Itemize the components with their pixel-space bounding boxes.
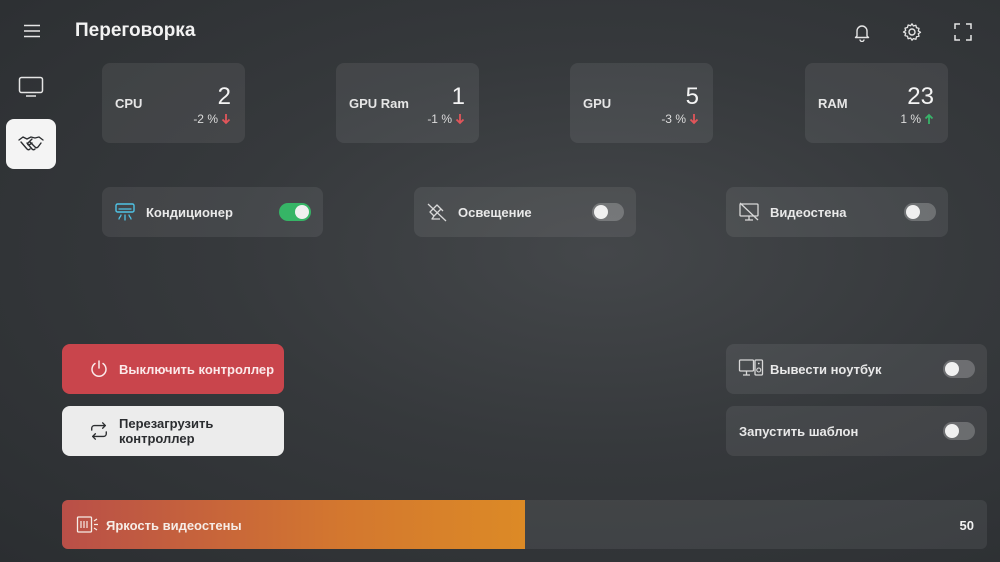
nav-item-tv[interactable] (6, 62, 56, 112)
arrow-up-icon (924, 113, 934, 124)
metric-delta: -2 % (193, 112, 231, 126)
metric-delta-text: 1 % (900, 112, 921, 126)
metric-value: 2 (217, 83, 231, 110)
toggle-label: Освещение (458, 205, 532, 220)
lighting-switch[interactable] (592, 203, 624, 221)
bell-icon (854, 25, 870, 42)
slider-value: 50 (959, 518, 974, 533)
tv-icon (18, 76, 44, 97)
brightness-icon (76, 515, 100, 540)
reload-icon (89, 421, 109, 441)
menu-button[interactable] (19, 20, 45, 42)
metric-delta: 1 % (900, 112, 934, 126)
metric-label: GPU (583, 96, 612, 111)
nav-item-meeting[interactable] (6, 119, 56, 169)
toggle-card-ac: Кондиционер (102, 187, 323, 237)
metric-label: RAM (818, 96, 848, 111)
toggle-label: Видеостена (770, 205, 847, 220)
menu-icon (24, 24, 40, 38)
metric-delta-text: -2 % (193, 112, 218, 126)
toggle-card-laptop: Вывести ноутбук (726, 344, 987, 394)
ac-switch[interactable] (279, 203, 311, 221)
metric-card-gpu: GPU 5 -3 % (570, 63, 713, 143)
metric-card-gpu-ram: GPU Ram 1 -1 % (336, 63, 479, 143)
metric-delta: -1 % (427, 112, 465, 126)
metric-delta-text: -3 % (661, 112, 686, 126)
toggle-label: Вывести ноутбук (770, 362, 882, 377)
arrow-down-icon (689, 114, 699, 125)
metric-label: CPU (115, 96, 143, 111)
switch-knob (945, 424, 959, 438)
switch-knob (594, 205, 608, 219)
reboot-label: Перезагрузить контроллер (119, 416, 214, 446)
videowall-switch[interactable] (904, 203, 936, 221)
metric-value: 1 (451, 83, 465, 110)
power-off-label: Выключить контроллер (119, 361, 275, 377)
lamp-off-icon (426, 201, 448, 228)
laptop-output-switch[interactable] (943, 360, 975, 378)
toggle-card-videowall: Видеостена (726, 187, 948, 237)
power-off-controller-button[interactable]: Выключить контроллер (62, 344, 284, 394)
metric-card-cpu: CPU 2 -2 % (102, 63, 245, 143)
fullscreen-button[interactable] (951, 20, 975, 44)
metric-delta: -3 % (661, 112, 699, 126)
page-title: Переговорка (75, 20, 196, 41)
power-icon (89, 359, 109, 379)
screen-off-icon (738, 201, 760, 228)
settings-button[interactable] (900, 20, 924, 44)
toggle-card-template: Запустить шаблон (726, 406, 987, 456)
metric-value: 5 (685, 83, 699, 110)
videowall-brightness-slider[interactable]: Яркость видеостены 50 (62, 500, 987, 549)
metric-label: GPU Ram (349, 96, 409, 111)
fullscreen-icon (954, 23, 972, 41)
metric-value: 23 (907, 83, 934, 110)
gear-icon (902, 23, 922, 41)
toggle-label: Кондиционер (146, 205, 233, 220)
reboot-controller-button[interactable]: Перезагрузить контроллер (62, 406, 284, 456)
toggle-card-lighting: Освещение (414, 187, 636, 237)
toggle-label: Запустить шаблон (739, 424, 859, 439)
template-switch[interactable] (943, 422, 975, 440)
metric-card-ram: RAM 23 1 % (805, 63, 948, 143)
arrow-down-icon (455, 114, 465, 125)
laptop-speaker-icon (738, 358, 764, 385)
arrow-down-icon (221, 114, 231, 125)
metric-delta-text: -1 % (427, 112, 452, 126)
air-conditioner-icon (114, 201, 136, 228)
switch-knob (906, 205, 920, 219)
slider-label: Яркость видеостены (106, 518, 242, 533)
notifications-button[interactable] (850, 20, 874, 44)
switch-knob (945, 362, 959, 376)
handshake-icon (18, 136, 44, 151)
switch-knob (295, 205, 309, 219)
